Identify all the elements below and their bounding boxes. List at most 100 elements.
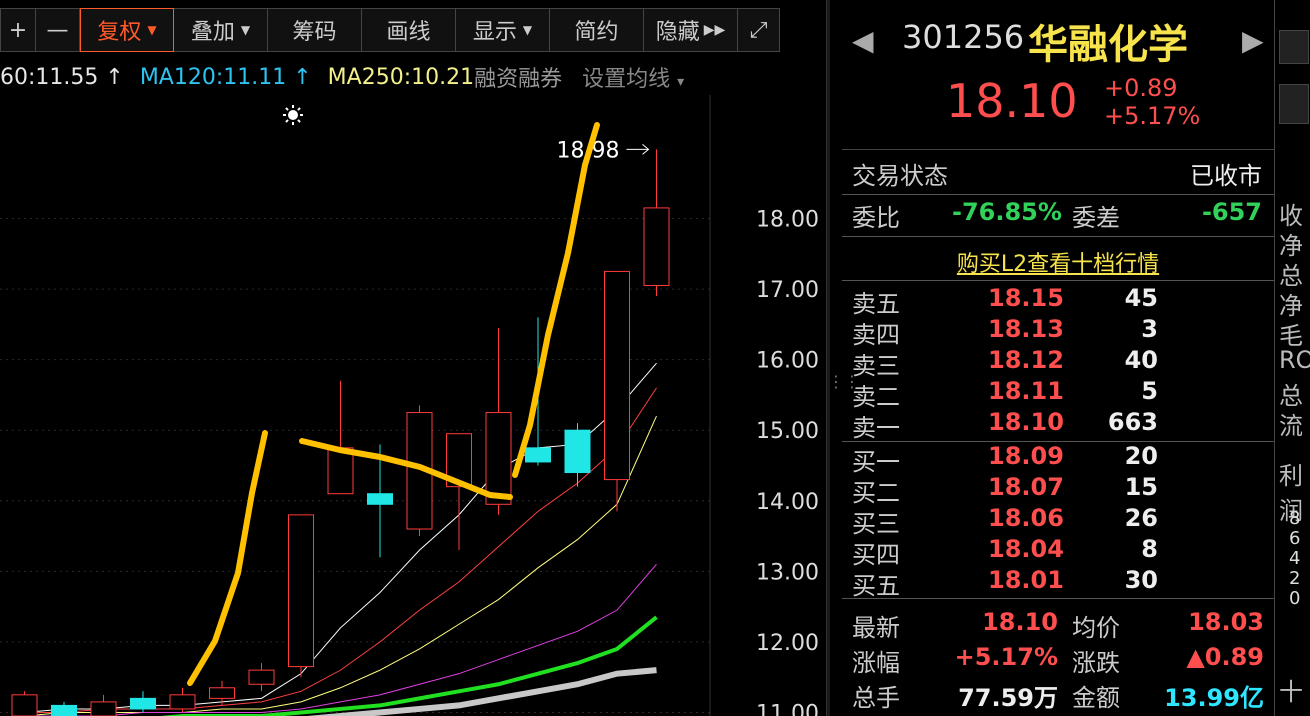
level-price: 18.10 bbox=[988, 408, 1064, 436]
weibi-value: -76.85% bbox=[952, 198, 1062, 226]
level-volume: 663 bbox=[1107, 408, 1158, 436]
orderbook-row[interactable]: 买四 18.04 8 bbox=[842, 535, 1274, 569]
fullscreen-button[interactable]: ⤢ bbox=[738, 8, 780, 52]
chevron-down-icon: ▼ bbox=[240, 23, 251, 37]
huaxian-label: 画线 bbox=[386, 20, 431, 45]
level-price: 18.12 bbox=[988, 346, 1064, 374]
l2-purchase-link[interactable]: 购买L2查看十档行情 bbox=[842, 246, 1274, 278]
y-tick-label: 12.00 bbox=[756, 631, 819, 656]
strip-button[interactable] bbox=[1279, 84, 1309, 124]
axis-tick: 8 bbox=[1289, 508, 1301, 529]
weicha-label: 委差 bbox=[1072, 204, 1120, 232]
price-change: +0.89 +5.17% bbox=[1104, 74, 1200, 130]
diejia-button[interactable]: 叠加 ▼ bbox=[174, 8, 268, 52]
panel-divider[interactable] bbox=[826, 0, 830, 716]
divider bbox=[842, 194, 1274, 195]
zoom-out-button[interactable]: — bbox=[36, 8, 80, 52]
divider bbox=[842, 598, 1274, 599]
level-label: 卖二 bbox=[852, 383, 900, 411]
jianyue-button[interactable]: 简约 bbox=[550, 8, 644, 52]
sun-ray bbox=[285, 107, 289, 111]
candle-body bbox=[130, 697, 156, 710]
divider bbox=[842, 236, 1274, 237]
level-label: 买五 bbox=[852, 572, 900, 600]
candle-body bbox=[169, 694, 196, 710]
level-price: 18.04 bbox=[988, 535, 1064, 563]
orderbook-row[interactable]: 卖四 18.13 3 bbox=[842, 315, 1274, 349]
orderbook-row[interactable]: 卖五 18.15 45 bbox=[842, 284, 1274, 318]
sun-icon bbox=[288, 110, 298, 120]
xianshi-label: 显示 bbox=[472, 20, 517, 45]
yincang-label: 隐藏 bbox=[655, 20, 700, 45]
ma-line bbox=[160, 615, 658, 716]
orderbook-row[interactable]: 卖一 18.10 663 bbox=[842, 408, 1274, 442]
level-price: 18.15 bbox=[988, 284, 1064, 312]
candle-body bbox=[90, 701, 117, 716]
next-stock-icon[interactable]: ▶ bbox=[1242, 24, 1264, 57]
zd-label: 涨跌 bbox=[1072, 649, 1120, 677]
strip-bottom-icon[interactable]: 十 bbox=[1279, 672, 1303, 707]
level-volume: 3 bbox=[1141, 315, 1158, 343]
change-percent: +5.17% bbox=[1104, 102, 1201, 130]
axis-tick: 4 bbox=[1289, 548, 1301, 569]
ma60-value: 60:11.55 ↑ bbox=[0, 64, 124, 90]
orderbook-row[interactable]: 卖二 18.11 5 bbox=[842, 377, 1274, 411]
strip-label: RO bbox=[1279, 346, 1310, 374]
candle-body bbox=[485, 412, 512, 505]
je-value: 13.99亿 bbox=[1164, 684, 1264, 712]
avg-label: 均价 bbox=[1072, 614, 1120, 642]
stock-code: 301256 bbox=[902, 18, 1025, 56]
fullscreen-icon: ⤢ bbox=[749, 17, 768, 43]
kline-chart[interactable]: 18.00 17.00 16.00 15.00 14.00 13.00 12.00 11.00… bbox=[0, 95, 826, 716]
level-label: 卖五 bbox=[852, 290, 900, 318]
candle-body bbox=[525, 447, 551, 463]
change-amount: +0.89 bbox=[1104, 74, 1178, 102]
zd-value: ▲0.89 bbox=[1186, 643, 1264, 671]
y-tick-label: 13.00 bbox=[756, 560, 819, 585]
set-ma-label: 设置均线 bbox=[582, 67, 671, 92]
candle-body bbox=[643, 207, 670, 287]
level-volume: 40 bbox=[1124, 346, 1158, 374]
rzrq-link[interactable]: 融资融券 bbox=[474, 61, 562, 93]
fuquan-button[interactable]: 复权 ▼ bbox=[80, 8, 174, 52]
huaxian-button[interactable]: 画线 bbox=[362, 8, 456, 52]
plus-icon: + bbox=[8, 17, 28, 43]
level-label: 买四 bbox=[852, 541, 900, 569]
orderbook-row[interactable]: 卖三 18.12 40 bbox=[842, 346, 1274, 380]
orderbook-row[interactable]: 买三 18.06 26 bbox=[842, 504, 1274, 538]
candle-body bbox=[51, 704, 77, 716]
diejia-label: 叠加 bbox=[190, 20, 235, 45]
y-tick-label: 11.00 bbox=[756, 701, 819, 716]
prev-stock-icon[interactable]: ◀ bbox=[852, 24, 874, 57]
level-volume: 5 bbox=[1141, 377, 1158, 405]
orderbook-row[interactable]: 买五 18.01 30 bbox=[842, 566, 1274, 600]
zs-label: 总手 bbox=[852, 684, 900, 712]
chouma-button[interactable]: 筹码 bbox=[268, 8, 362, 52]
change-row: 涨幅 +5.17% 涨跌 ▲0.89 bbox=[842, 643, 1274, 679]
strip-button[interactable] bbox=[1279, 30, 1309, 64]
last-price: 18.10 bbox=[946, 74, 1078, 128]
axis-tick: 2 bbox=[1289, 568, 1301, 589]
latest-label: 最新 bbox=[852, 614, 900, 642]
zf-label: 涨幅 bbox=[852, 649, 900, 677]
chevron-down-icon: ▼ bbox=[147, 23, 157, 37]
level-volume: 20 bbox=[1124, 442, 1158, 470]
candle-body bbox=[11, 694, 38, 716]
weicha-value: -657 bbox=[1201, 198, 1262, 226]
level-label: 买一 bbox=[852, 448, 900, 476]
yincang-button[interactable]: 隐藏 ▶▶ bbox=[644, 8, 738, 52]
stock-name: 华融化学 bbox=[1028, 22, 1188, 68]
level-volume: 15 bbox=[1124, 473, 1158, 501]
je-label: 金额 bbox=[1072, 684, 1120, 712]
orderbook-row[interactable]: 买二 18.07 15 bbox=[842, 473, 1274, 507]
divider bbox=[842, 280, 1274, 281]
chouma-label: 筹码 bbox=[292, 20, 337, 45]
y-tick-label: 15.00 bbox=[756, 419, 819, 444]
axis-tick: 6 bbox=[1289, 528, 1301, 549]
zoom-in-button[interactable]: + bbox=[0, 8, 36, 52]
latest-value: 18.10 bbox=[982, 608, 1058, 636]
set-ma-button[interactable]: 设置均线 ▾ bbox=[582, 61, 684, 93]
xianshi-button[interactable]: 显示 ▼ bbox=[456, 8, 550, 52]
chart-toolbar: + — 复权 ▼ 叠加 ▼ 筹码 画线 显示 ▼ 简约 隐藏 ▶▶ ⤢ bbox=[0, 8, 826, 54]
orderbook-row[interactable]: 买一 18.09 20 bbox=[842, 442, 1274, 476]
